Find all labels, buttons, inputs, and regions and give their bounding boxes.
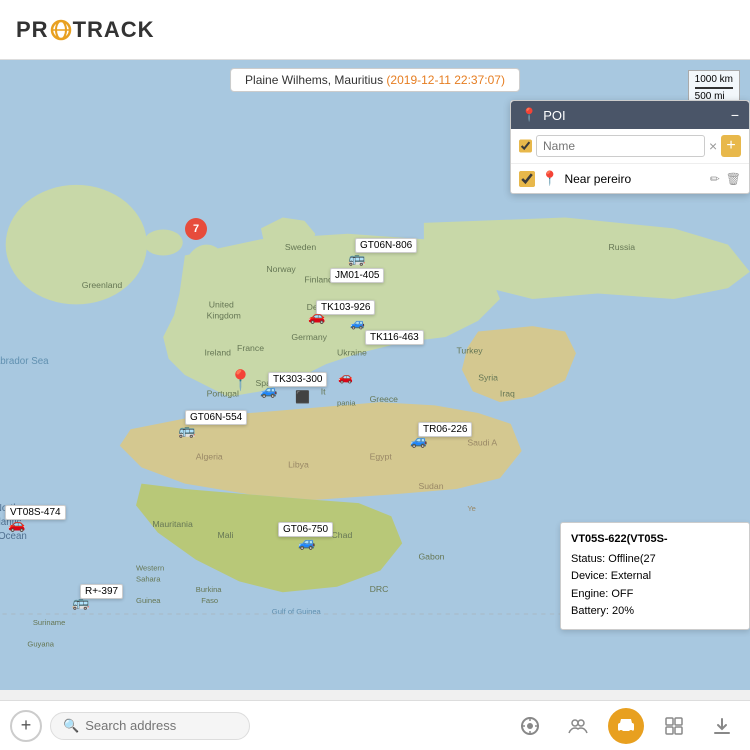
popup-battery: Battery: 20% [571,603,739,621]
svg-text:Faso: Faso [201,596,218,605]
map-container[interactable]: Labrador Sea North Atlantic Ocean Greenl… [0,60,750,690]
vehicle-marker: 🚙 [350,316,365,330]
popup-status: Status: Offline(27 [571,551,739,569]
vehicle-icon: 🚙 [410,432,427,449]
svg-text:Labrador Sea: Labrador Sea [0,356,49,367]
popup-device: Device: External [571,568,739,586]
bottom-bar: + 🔍 [0,700,750,750]
svg-text:Norway: Norway [266,264,296,274]
vehicle-label[interactable]: JM01-405 [330,268,384,283]
search-box[interactable]: 🔍 [50,712,250,740]
svg-text:Russia: Russia [609,242,636,252]
car-bottom-icon[interactable] [608,708,644,744]
download-bottom-icon[interactable] [704,708,740,744]
svg-text:France: France [237,343,264,353]
svg-text:Burkina: Burkina [196,585,223,594]
svg-text:Greece: Greece [370,394,399,404]
poi-title: 📍 POI [521,107,566,123]
svg-text:Libya: Libya [288,459,309,469]
location-date: (2019-12-11 22:37:07) [386,73,505,87]
poi-search-row: × + [511,129,749,164]
svg-text:Mali: Mali [218,530,234,540]
svg-text:Germany: Germany [291,332,327,342]
svg-text:Kingdom: Kingdom [207,311,241,321]
vehicle-label[interactable]: TK116-463 [365,330,424,345]
vehicle-marker: 🚗 [338,370,353,384]
poi-item-name: Near pereiro [564,172,703,186]
svg-text:Mauritania: Mauritania [152,519,193,529]
svg-text:Sahara: Sahara [136,574,161,583]
poi-item-row: 📍 Near pereiro ✏ 🗑 [511,164,749,193]
poi-item-checkbox[interactable] [519,171,535,187]
add-button[interactable]: + [10,710,42,742]
svg-text:Sweden: Sweden [285,242,317,252]
vehicle-icon: 🚌 [178,422,195,439]
svg-text:Gabon: Gabon [418,552,444,562]
location-bottom-icon[interactable] [512,708,548,744]
svg-text:Finland: Finland [304,275,333,285]
poi-add-button[interactable]: + [721,135,741,157]
map-pin: 📍 [228,368,253,393]
logo: PR TRACK [16,17,155,43]
svg-text:Chad: Chad [332,530,353,540]
poi-search-input[interactable] [536,135,705,157]
poi-minimize-button[interactable]: − [731,108,739,122]
search-input[interactable] [85,718,237,733]
popup-engine: Engine: OFF [571,586,739,604]
bottom-icons [512,708,740,744]
poi-item-location-icon: 📍 [541,170,558,187]
vehicle-icon: 🚙 [260,382,277,399]
poi-search-clear-button[interactable]: × [709,138,717,154]
svg-text:Syria: Syria [478,372,498,382]
location-place: Plaine Wilhems, Mauritius [245,73,383,87]
svg-text:Saudi A: Saudi A [467,438,497,448]
poi-header: 📍 POI − [511,101,749,129]
vehicle-icon: 🚗 [308,308,325,325]
vehicle-icon: 🚙 [298,534,315,551]
cluster-badge[interactable]: 7 [185,218,207,240]
svg-text:United: United [209,300,234,310]
svg-text:Gulf of Guinea: Gulf of Guinea [272,607,322,616]
vehicle-icon: 🚌 [72,594,89,611]
svg-text:Ireland: Ireland [204,347,231,357]
logo-icon [50,19,72,41]
vehicle-marker: ⬛ [295,390,310,404]
poi-all-checkbox[interactable] [519,138,532,154]
poi-location-dot: 📍 [521,107,537,123]
search-icon: 🔍 [63,718,79,734]
vehicle-icon: 🚌 [348,250,365,267]
location-bar: Plaine Wilhems, Mauritius (2019-12-11 22… [230,68,520,92]
svg-text:Greenland: Greenland [82,280,123,290]
svg-text:DRC: DRC [370,584,389,594]
poi-title-text: POI [543,108,565,123]
vehicle-icon: 🚗 [8,516,25,533]
svg-text:Guinea: Guinea [136,596,161,605]
grid-bottom-icon[interactable] [656,708,692,744]
scale-km: 1000 km [695,74,733,89]
svg-text:It: It [321,387,326,397]
header: PR TRACK [0,0,750,60]
svg-text:Algeria: Algeria [196,452,223,462]
svg-text:Egypt: Egypt [370,452,393,462]
people-bottom-icon[interactable] [560,708,596,744]
poi-panel: 📍 POI − × + 📍 Near pereiro ✏ 🗑 [510,100,750,194]
svg-text:Turkey: Turkey [456,345,483,355]
logo-text-right: TRACK [73,17,155,42]
svg-text:Suriname: Suriname [33,618,66,627]
svg-text:Ye: Ye [467,504,476,513]
logo-text-left: PR [16,17,49,42]
poi-edit-button[interactable]: ✏ [710,172,720,186]
info-popup: VT05S-622(VT05S- Status: Offline(27 Devi… [560,522,750,630]
svg-text:pania: pania [337,398,356,407]
svg-text:Guyana: Guyana [27,640,54,649]
svg-text:Sudan: Sudan [418,481,443,491]
svg-text:Western: Western [136,564,164,573]
poi-delete-button[interactable]: 🗑 [726,172,741,186]
popup-vehicle-name: VT05S-622(VT05S- [571,531,739,549]
svg-text:Iraq: Iraq [500,389,515,399]
svg-text:Ukraine: Ukraine [337,347,367,357]
